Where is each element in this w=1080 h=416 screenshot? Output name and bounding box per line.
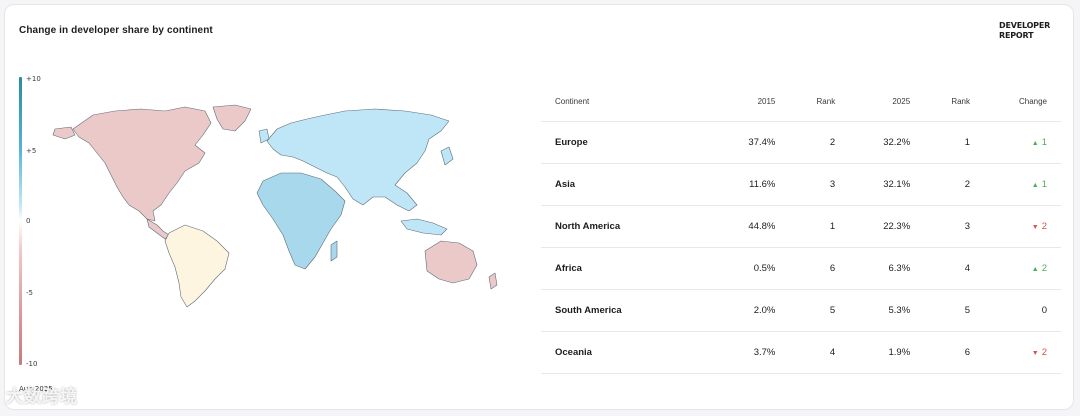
rank-2015-cell: 6 (789, 247, 850, 290)
triangle-up-icon: ▲ (1031, 182, 1039, 189)
change-value: 1 (1041, 137, 1047, 148)
rank-2015-cell: 5 (789, 289, 850, 332)
rank-2025-cell: 3 (924, 205, 984, 248)
change-cell: 0 (984, 289, 1061, 332)
column-header-2015[interactable]: 2015 (714, 81, 790, 122)
continent-cell: North America (541, 205, 715, 248)
rank-2015-cell: 4 (789, 331, 850, 374)
map-australia[interactable] (424, 240, 478, 284)
change-cell: ▲ 1 (984, 121, 1061, 164)
map-japan[interactable] (440, 146, 454, 166)
map-south-america[interactable] (164, 224, 230, 308)
rank-2025-cell: 2 (924, 163, 984, 206)
share-2015-cell: 44.8% (714, 205, 790, 248)
share-2015-cell: 3.7% (714, 331, 790, 374)
table-row[interactable]: Africa 0.5% 6 6.3% 4 ▲ 2 (541, 247, 1061, 290)
table-row[interactable]: Europe 37.4% 2 32.2% 1 ▲ 1 (541, 121, 1061, 164)
table-row[interactable]: Oceania 3.7% 4 1.9% 6 ▼ 2 (541, 331, 1061, 374)
map-central-america[interactable] (146, 218, 170, 240)
continent-cell: South America (541, 289, 715, 332)
change-value: 2 (1041, 347, 1047, 358)
change-value: 2 (1041, 221, 1047, 232)
continent-cell: Oceania (541, 331, 715, 374)
triangle-down-icon: ▼ (1031, 224, 1039, 231)
share-2015-cell: 0.5% (714, 247, 790, 290)
rank-2025-cell: 1 (924, 121, 984, 164)
change-cell: ▲ 1 (984, 163, 1061, 206)
map-greenland[interactable] (212, 104, 252, 132)
legend-tick-max: +10 (26, 75, 41, 83)
table-row[interactable]: Asia 11.6% 3 32.1% 2 ▲ 1 (541, 163, 1061, 206)
share-2025-cell: 32.2% (849, 121, 925, 164)
rank-2015-cell: 1 (789, 205, 850, 248)
developer-report-logo: DEVELOPER REPORT (999, 21, 1051, 40)
share-2025-cell: 6.3% (849, 247, 925, 290)
rank-2025-cell: 4 (924, 247, 984, 290)
continent-cell: Asia (541, 163, 715, 206)
map-alaska-west[interactable] (52, 126, 76, 140)
share-2015-cell: 2.0% (714, 289, 790, 332)
watermark-logo: 大数跨境 (6, 387, 78, 407)
rank-2015-cell: 3 (789, 163, 850, 206)
triangle-down-icon: ▼ (1031, 350, 1039, 357)
continent-cell: Africa (541, 247, 715, 290)
column-header-change[interactable]: Change (984, 81, 1061, 122)
change-value: 2 (1041, 263, 1047, 274)
column-header-continent[interactable]: Continent (541, 81, 715, 122)
share-2015-cell: 11.6% (714, 163, 790, 206)
column-header-rank-2015[interactable]: Rank (789, 81, 850, 122)
share-2025-cell: 22.3% (849, 205, 925, 248)
legend-tick-min: -10 (26, 360, 38, 368)
rank-2025-cell: 6 (924, 331, 984, 374)
continent-cell: Europe (541, 121, 715, 164)
change-cell: ▲ 2 (984, 247, 1061, 290)
column-header-2025[interactable]: 2025 (849, 81, 925, 122)
table-row[interactable]: South America 2.0% 5 5.3% 5 0 (541, 289, 1061, 332)
legend-tick-high: +5 (26, 147, 37, 155)
change-value: 0 (1041, 305, 1047, 316)
world-map (52, 104, 498, 308)
chart-card: Change in developer share by continent D… (4, 4, 1074, 410)
share-2025-cell: 32.1% (849, 163, 925, 206)
rank-2015-cell: 2 (789, 121, 850, 164)
triangle-up-icon: ▲ (1031, 140, 1039, 147)
table-header-row: Continent 2015 Rank 2025 Rank Change (541, 81, 1061, 122)
continent-table: Continent 2015 Rank 2025 Rank Change Eur… (541, 81, 1061, 374)
triangle-up-icon: ▲ (1031, 266, 1039, 273)
map-new-zealand[interactable] (488, 272, 498, 290)
map-indonesia[interactable] (400, 218, 448, 236)
rank-2025-cell: 5 (924, 289, 984, 332)
column-header-rank-2025[interactable]: Rank (924, 81, 984, 122)
chart-title: Change in developer share by continent (19, 25, 213, 36)
share-2015-cell: 37.4% (714, 121, 790, 164)
change-value: 1 (1041, 179, 1047, 190)
share-2025-cell: 1.9% (849, 331, 925, 374)
color-legend-bar (19, 77, 22, 365)
legend-tick-low: -5 (26, 289, 33, 297)
map-north-america[interactable] (72, 106, 212, 222)
share-2025-cell: 5.3% (849, 289, 925, 332)
change-cell: ▼ 2 (984, 331, 1061, 374)
map-madagascar[interactable] (330, 240, 338, 262)
table-row[interactable]: North America 44.8% 1 22.3% 3 ▼ 2 (541, 205, 1061, 248)
legend-tick-zero: 0 (26, 217, 31, 225)
change-cell: ▼ 2 (984, 205, 1061, 248)
